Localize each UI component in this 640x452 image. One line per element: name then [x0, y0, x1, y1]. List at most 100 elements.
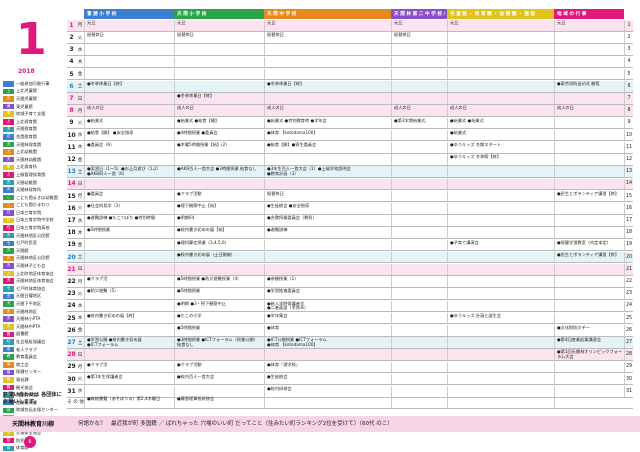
event-cell [447, 276, 554, 287]
event-cell [391, 264, 447, 275]
event-cell [554, 312, 624, 324]
day-number: 3 [69, 46, 74, 54]
day-number: 22 [67, 278, 76, 286]
calendar-row: 24 水 ●明朗 ●3・授下観察中止 ●新入学時保護者会 ●二者面談（冬休み） 24 [67, 300, 633, 313]
legend-item: 福福祉課 [3, 376, 65, 384]
event-cell: ●学習推進委員会 [264, 288, 391, 300]
event-cell [554, 56, 624, 68]
legend-label: 日本三育学院 [16, 209, 42, 215]
calendar-row: 23 火 ●防災避難（5） ●5時間授業 ●学習推進委員会 23 [67, 288, 633, 301]
calendar-row: 20 土 ●校内書き初め展（土日開催） ●民生とボランティア講習【終】 20 [67, 251, 633, 264]
event-cell: ●社会科見学（3） [84, 203, 174, 214]
legend-swatch: 天 [3, 126, 14, 133]
legend-item: 上上北町地区体育協会 [3, 270, 65, 278]
weekday-label: 木 [77, 316, 83, 322]
day-number-right: 27 [624, 337, 633, 348]
legend-swatch: 天 [3, 293, 14, 300]
calendar-row: 29 月 ●クラブ活 ●クラブ活動 ●体育「理学校」 29 [67, 361, 633, 374]
weekday-label: 金 [77, 157, 83, 163]
legend-item: 一般参加可能行事 [3, 80, 65, 88]
month-number: 1 [16, 14, 47, 65]
event-cell [264, 56, 391, 68]
legend-swatch: 観 [3, 384, 14, 391]
weekday-label: 火 [77, 120, 83, 126]
legend-label: 天間林地区体育協会 [16, 278, 54, 284]
legend-label: 天間林地区公民館 [16, 255, 50, 261]
event-cell: 振替休日 [264, 32, 391, 43]
event-cell [391, 349, 447, 361]
legend-swatch: こ [3, 194, 14, 201]
day-number: 10 [67, 131, 76, 139]
other-cell: ●森総書籍（あそぼうる）第2,4木曜日 [84, 396, 174, 408]
other-cell [391, 396, 447, 408]
weekday-label: 土 [77, 255, 83, 261]
weekday-label: 木 [77, 230, 83, 236]
legend-label: 上北保育所 [16, 164, 37, 170]
legend-item: 天天間日曜地区 [3, 293, 65, 301]
legend-item: 花花園保育園 [3, 133, 65, 141]
event-cell: ●冬季休業日【終】 [174, 93, 264, 104]
event-cell: 成人の日 [84, 105, 174, 117]
legend-swatch: 甲 [3, 111, 14, 117]
legend-item: 保保健センター [3, 369, 65, 377]
other-cell: ●藤島理事長研修会 [174, 396, 264, 408]
day-number: 23 [67, 290, 76, 298]
legend-label: 天間日曜地区 [16, 293, 42, 299]
event-cell [554, 361, 624, 373]
event-cell: ●給食【開】 ●安全指導 [84, 129, 174, 141]
legend-label: 七戸町民室 [16, 240, 37, 246]
day-number-right: 21 [624, 264, 633, 275]
event-cell: ●木曜5時間授業【始】(2) [174, 142, 264, 153]
event-cell [554, 44, 624, 56]
legend-swatch: 天 [3, 179, 14, 186]
weekday-label: 火 [77, 206, 83, 212]
legend-label: 日本三育学院高校 [16, 225, 50, 231]
day-number-right: 14 [624, 178, 633, 190]
calendar-row: 7 日 ●冬季休業日【終】 7 [67, 93, 633, 105]
day-number: 2 [69, 34, 74, 42]
day-number-right: 17 [624, 215, 633, 226]
day-number: 8 [69, 107, 74, 115]
event-cell: ●3年生百人一首大会（1）●上級学校説明会 ●教育計画（3） [264, 166, 391, 178]
legend-label: 天間幼稚園 [16, 179, 37, 185]
event-cell [391, 81, 447, 92]
legend-item: 天天間林子ども会 [3, 262, 65, 270]
event-cell: ●3時間授業 ●ICTフォーラム（授業公開） 給食なし [174, 337, 264, 348]
weekday-label: 月 [77, 279, 83, 285]
event-cell: ●生徒総会 ●安全指導 [264, 203, 391, 214]
legend-item: ここども園まきば幼稚園 [3, 194, 65, 202]
day-number: 12 [67, 156, 76, 164]
event-cell: ●クラブ活 [84, 361, 174, 373]
event-cell: 元旦 [391, 20, 447, 31]
event-cell [447, 215, 554, 226]
event-cell: ●たこの小学 [174, 312, 264, 324]
event-cell: ●始業式 ●特別教育時 ●学年会 [264, 117, 391, 129]
legend-swatch: 上 [3, 149, 14, 155]
legend-swatch: 花 [3, 134, 14, 140]
event-cell: 元旦 [447, 20, 554, 31]
legend-swatch: 七 [3, 286, 14, 292]
legend-swatch: こ [3, 202, 14, 209]
event-cell [391, 300, 447, 312]
legend-swatch: 天 [3, 232, 14, 239]
legend-label: 老人クラブ [16, 346, 37, 352]
legend-label: 天間林地区 [16, 308, 37, 314]
legend-item: 天天間館 [3, 247, 65, 255]
legend-swatch: 天 [3, 248, 14, 254]
calendar-row: 30 火 ●第1年生保護者会 ●校内百人一首大会 ●生徒総会 30 [67, 373, 633, 386]
legend-item: 東東児童館 [3, 103, 65, 111]
legend-label: 上北保育園 [16, 118, 37, 124]
event-cell [264, 68, 391, 80]
weekday-label: 月 [77, 194, 83, 200]
calendar-row: 12 金 ●ゆうキッズ 冬休暇【終】 12 [67, 154, 633, 166]
event-cell: ●第3学期始業式 [391, 117, 447, 129]
event-cell [174, 56, 264, 68]
event-cell: ●始業式 ●始業式 [447, 117, 554, 129]
day-number-right: 5 [624, 68, 633, 80]
event-cell [174, 349, 264, 361]
event-cell [84, 251, 174, 263]
legend-label: 商工会 [16, 361, 29, 367]
calendar-row: 8 月成人の日 成人の日 成人の日 成人の日 成人の日 成人の日 8 [67, 105, 633, 118]
legend-item: 上上北保育園 [3, 118, 65, 126]
event-cell: ●参観授業（1） [264, 276, 391, 287]
